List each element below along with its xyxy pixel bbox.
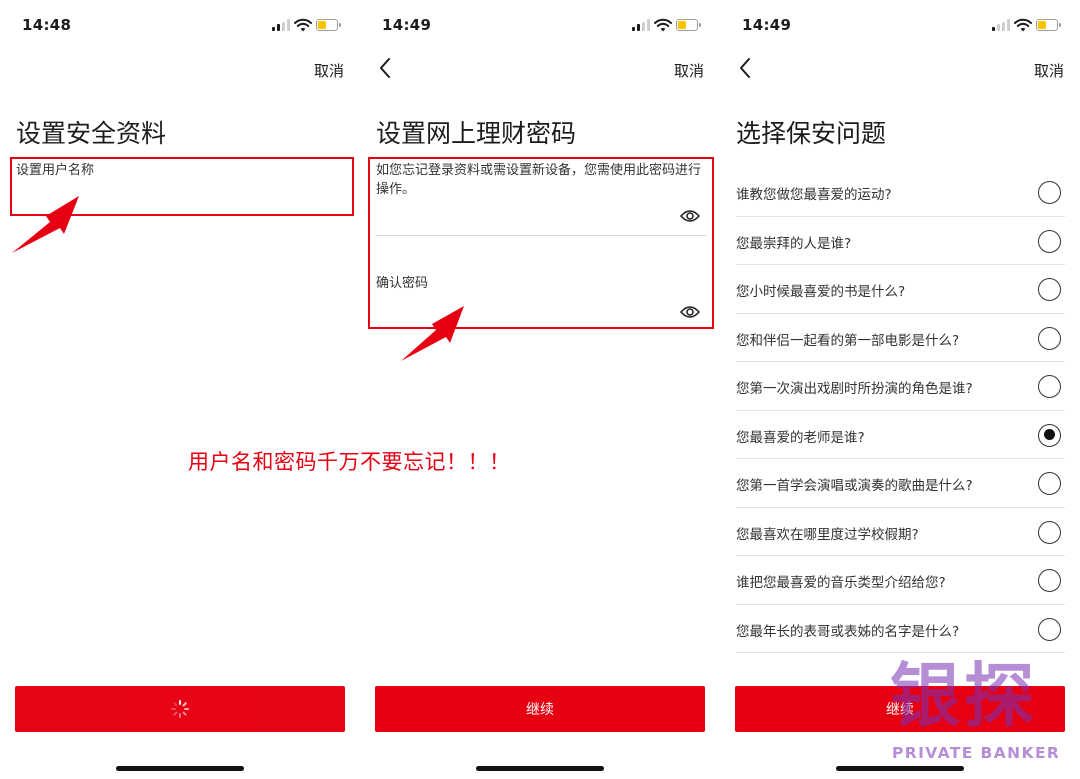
security-question-list: 谁教您做您最喜爱的运动? 您最崇拜的人是谁? 您小时候最喜爱的书是什么? 您和伴… xyxy=(736,168,1065,653)
question-option[interactable]: 您最崇拜的人是谁? xyxy=(736,217,1065,265)
question-option[interactable]: 您最喜欢在哪里度过学校假期? xyxy=(736,508,1065,556)
password-input[interactable] xyxy=(376,200,706,234)
question-text: 您小时候最喜爱的书是什么? xyxy=(736,284,906,300)
page-title: 设置网上理财密码 xyxy=(376,119,577,148)
continue-button[interactable]: 继续 xyxy=(735,686,1065,732)
cellular-signal-icon xyxy=(992,19,1010,31)
question-text: 您第一首学会演唱或演奏的歌曲是什么? xyxy=(736,478,973,494)
password-hint: 如您忘记登录资料或需设置新设备，您需使用此密码进行操作。 xyxy=(376,163,702,197)
cellular-signal-icon xyxy=(272,19,290,31)
confirm-password-label: 确认密码 xyxy=(376,276,429,291)
battery-icon xyxy=(316,19,341,31)
radio-button[interactable] xyxy=(1038,520,1061,544)
question-text: 谁教您做您最喜爱的运动? xyxy=(736,187,892,203)
question-option[interactable]: 您小时候最喜爱的书是什么? xyxy=(736,265,1065,314)
home-indicator xyxy=(476,766,604,771)
wifi-icon xyxy=(1014,18,1032,32)
radio-button[interactable] xyxy=(1038,617,1061,641)
radio-button[interactable] xyxy=(1038,423,1061,447)
status-time: 14:49 xyxy=(742,16,792,34)
page-title: 设置安全资料 xyxy=(16,119,167,148)
question-option[interactable]: 您最年长的表哥或表姊的名字是什么? xyxy=(736,605,1065,653)
home-indicator xyxy=(836,766,964,771)
question-text: 谁把您最喜爱的音乐类型介绍给您? xyxy=(736,575,946,591)
status-icons xyxy=(272,18,342,33)
radio-button[interactable] xyxy=(1038,278,1061,301)
question-text: 您最年长的表哥或表姊的名字是什么? xyxy=(736,623,960,640)
question-option[interactable]: 您第一首学会演唱或演奏的歌曲是什么? xyxy=(736,459,1065,508)
question-option[interactable]: 谁把您最喜爱的音乐类型介绍给您? xyxy=(736,556,1065,605)
question-text: 您第一次演出戏剧时所扮演的角色是谁? xyxy=(736,381,973,397)
annotation-arrow xyxy=(12,196,79,253)
cancel-button[interactable]: 取消 xyxy=(314,60,344,81)
question-text: 您和伴侣一起看的第一部电影是什么? xyxy=(736,332,960,349)
loading-button[interactable] xyxy=(15,686,345,732)
screen-security-profile: 14:48 取消 设置安全资料 设置用户名称 xyxy=(0,0,360,779)
chevron-left-icon[interactable] xyxy=(734,56,758,80)
status-icons xyxy=(992,18,1062,33)
cancel-button[interactable]: 取消 xyxy=(674,60,704,81)
question-option[interactable]: 您和伴侣一起看的第一部电影是什么? xyxy=(736,314,1065,362)
screen-set-password: 14:49 取消 设置网上理财密码 如您忘记登录资料或需设置新设备，您需使用此密… xyxy=(360,0,720,779)
continue-button[interactable]: 继续 xyxy=(375,686,705,732)
annotation-arrow xyxy=(401,306,464,361)
status-time: 14:49 xyxy=(382,16,432,34)
cancel-button[interactable]: 取消 xyxy=(1034,60,1064,81)
screen-security-question: 14:49 取消 选择保安问题 谁教您做您最喜爱的运动? 您最崇拜的人是谁? 您… xyxy=(720,0,1080,779)
question-option[interactable]: 谁教您做您最喜爱的运动? xyxy=(736,168,1065,217)
radio-button[interactable] xyxy=(1038,229,1061,253)
question-text: 您最喜欢在哪里度过学校假期? xyxy=(736,526,919,543)
radio-button[interactable] xyxy=(1038,472,1061,495)
page-title: 选择保安问题 xyxy=(736,119,887,148)
question-text: 您最喜爱的老师是谁? xyxy=(736,429,865,446)
eye-icon[interactable] xyxy=(680,305,700,319)
status-icons xyxy=(632,18,702,33)
radio-button[interactable] xyxy=(1038,375,1061,398)
question-option[interactable]: 您第一次演出戏剧时所扮演的角色是谁? xyxy=(736,362,1065,411)
home-indicator xyxy=(116,766,244,771)
annotation-text: 用户名和密码千万不要忘记！！！ xyxy=(188,450,511,474)
spinner-icon xyxy=(171,700,189,718)
chevron-left-icon[interactable] xyxy=(374,56,398,80)
battery-icon xyxy=(1036,19,1061,31)
cellular-signal-icon xyxy=(632,19,650,31)
wifi-icon xyxy=(654,18,672,32)
radio-button[interactable] xyxy=(1038,326,1061,350)
radio-button[interactable] xyxy=(1038,569,1061,592)
radio-button[interactable] xyxy=(1038,181,1061,204)
wifi-icon xyxy=(294,18,312,32)
field-divider xyxy=(376,235,706,236)
eye-icon[interactable] xyxy=(680,209,700,223)
question-text: 您最崇拜的人是谁? xyxy=(736,235,852,252)
status-time: 14:48 xyxy=(22,16,72,34)
battery-icon xyxy=(676,19,701,31)
question-option[interactable]: 您最喜爱的老师是谁? xyxy=(736,411,1065,459)
username-label: 设置用户名称 xyxy=(16,163,95,178)
